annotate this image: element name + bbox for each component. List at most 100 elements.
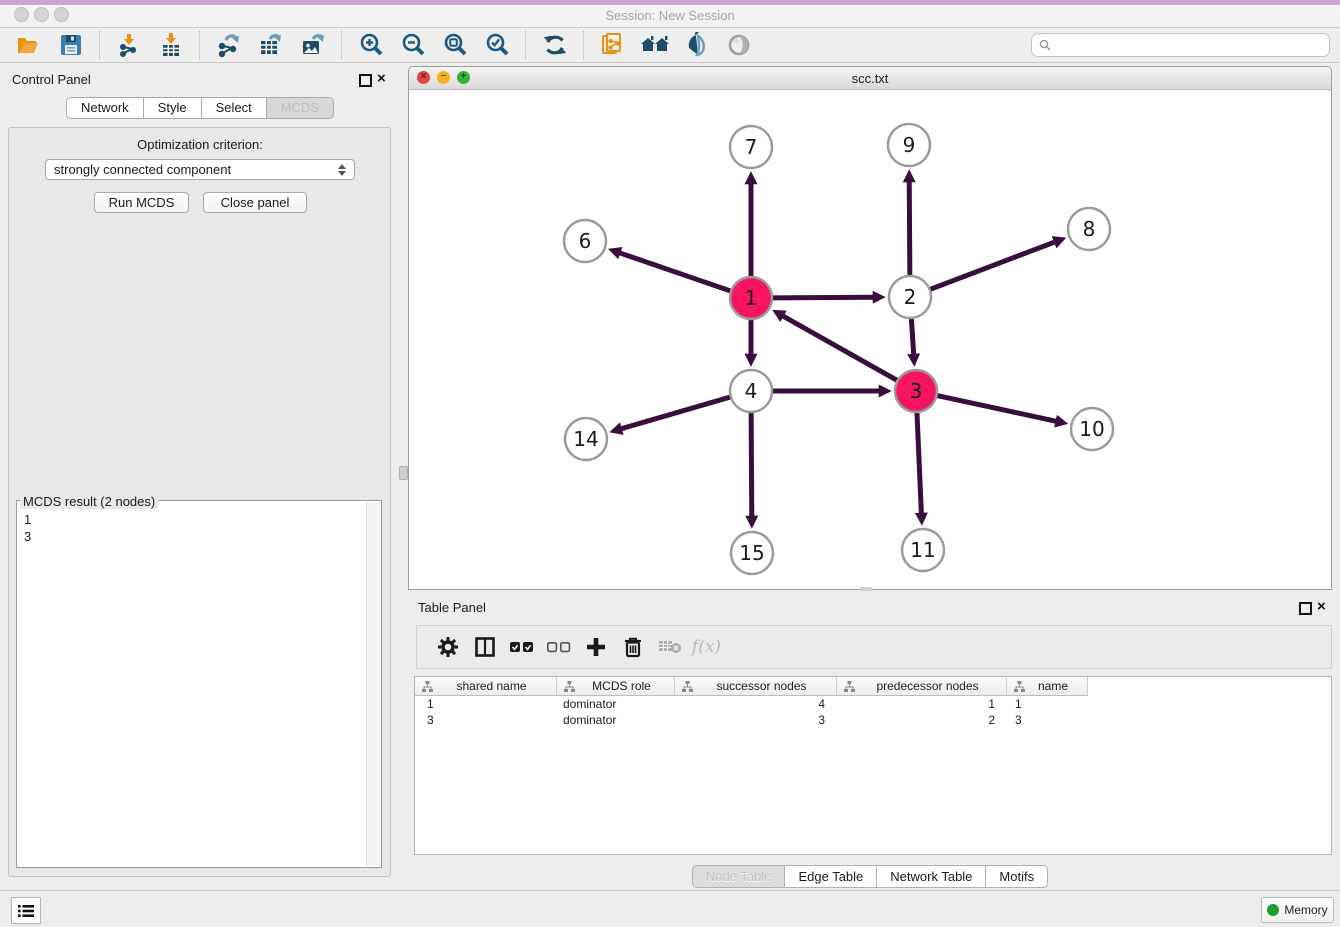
home-icon[interactable] [637, 30, 673, 60]
run-mcds-button[interactable]: Run MCDS [94, 192, 189, 213]
table-row[interactable]: 3dominator323 [415, 712, 1331, 728]
unselect-all-columns-icon[interactable] [540, 630, 577, 664]
criterion-select[interactable]: strongly connected component [45, 159, 355, 180]
column-header-name[interactable]: name [1007, 677, 1088, 696]
create-column-plus-icon[interactable] [577, 630, 614, 664]
toolbar-separator [525, 31, 527, 59]
zoom-fit-icon[interactable] [437, 30, 473, 60]
table-settings-gear-icon[interactable] [429, 630, 466, 664]
graph-node-8[interactable]: 8 [1068, 208, 1110, 250]
graph-node-9[interactable]: 9 [888, 124, 930, 166]
float-panel-icon[interactable] [1299, 602, 1312, 620]
function-builder-icon[interactable]: f(x) [688, 630, 725, 664]
tab-network[interactable]: Network [66, 97, 144, 119]
svg-text:9: 9 [903, 133, 916, 157]
close-panel-icon[interactable]: × [377, 74, 386, 84]
column-header-shared-name[interactable]: shared name [415, 677, 557, 696]
scrollbar[interactable] [366, 502, 380, 866]
svg-text:3: 3 [910, 379, 923, 403]
graph-edge-3-11[interactable] [917, 412, 921, 514]
graph-node-4[interactable]: 4 [730, 370, 772, 412]
export-image-icon[interactable] [295, 30, 331, 60]
tab-motifs[interactable]: Motifs [986, 865, 1048, 888]
task-history-button[interactable] [11, 897, 41, 924]
table-cell: 3 [675, 712, 837, 728]
graph-node-2[interactable]: 2 [889, 276, 931, 318]
graph-node-6[interactable]: 6 [564, 220, 606, 262]
node-table: shared nameMCDS rolesuccessor nodesprede… [414, 676, 1332, 855]
tab-network-table[interactable]: Network Table [877, 865, 986, 888]
memory-label: Memory [1284, 903, 1327, 917]
graph-node-11[interactable]: 11 [902, 529, 944, 571]
search-box[interactable] [1031, 33, 1330, 57]
refresh-icon[interactable] [537, 30, 573, 60]
network-overview-icon[interactable] [595, 30, 631, 60]
graph-edge-2-3[interactable] [911, 318, 913, 355]
save-session-icon[interactable] [53, 30, 89, 60]
graph-node-14[interactable]: 14 [565, 418, 607, 460]
tab-select[interactable]: Select [202, 97, 267, 119]
table-cell: 1 [837, 696, 1007, 712]
graph-edge-4-14[interactable] [621, 397, 731, 429]
control-panel-title: Control Panel [12, 72, 91, 87]
tab-style[interactable]: Style [144, 97, 202, 119]
export-table-icon[interactable] [253, 30, 289, 60]
network-window-title: scc.txt [409, 71, 1331, 86]
table-header-row: shared nameMCDS rolesuccessor nodesprede… [415, 677, 1331, 696]
mcds-result-list[interactable]: 13 [17, 505, 365, 865]
export-network-icon[interactable] [211, 30, 247, 60]
memory-button[interactable]: Memory [1261, 897, 1334, 923]
svg-text:14: 14 [573, 427, 598, 451]
column-header-MCDS-role[interactable]: MCDS role [557, 677, 675, 696]
tab-edge-table[interactable]: Edge Table [785, 865, 877, 888]
import-table-icon[interactable] [153, 30, 189, 60]
graph-edge-4-15[interactable] [751, 412, 752, 517]
eye-icon[interactable] [721, 30, 757, 60]
svg-text:7: 7 [745, 135, 758, 159]
column-header-successor-nodes[interactable]: successor nodes [675, 677, 837, 696]
svg-text:11: 11 [910, 538, 935, 562]
graph-node-3[interactable]: 3 [895, 370, 937, 412]
svg-text:6: 6 [579, 229, 592, 253]
svg-text:8: 8 [1083, 217, 1096, 241]
table-row[interactable]: 1dominator411 [415, 696, 1331, 712]
delete-column-trash-icon[interactable] [614, 630, 651, 664]
visual-style-icon[interactable] [679, 30, 715, 60]
table-cell: 3 [415, 712, 557, 728]
graph-node-7[interactable]: 7 [730, 126, 772, 168]
graph-edge-1-6[interactable] [619, 253, 731, 291]
graph-edge-3-10[interactable] [937, 395, 1057, 421]
open-file-icon[interactable] [11, 30, 47, 60]
tab-node-table[interactable]: Node Table [692, 865, 786, 888]
graph-node-10[interactable]: 10 [1071, 408, 1113, 450]
graph-edge-1-2[interactable] [772, 297, 874, 298]
zoom-in-icon[interactable] [353, 30, 389, 60]
import-network-icon[interactable] [111, 30, 147, 60]
graph-edge-2-9[interactable] [909, 181, 910, 276]
close-panel-button[interactable]: Close panel [203, 192, 307, 213]
column-header-predecessor-nodes[interactable]: predecessor nodes [837, 677, 1007, 696]
splitter-handle[interactable] [860, 587, 872, 591]
control-panel-tabs: NetworkStyleSelectMCDS [0, 97, 400, 119]
svg-text:4: 4 [745, 379, 758, 403]
mcds-result-item[interactable]: 1 [24, 511, 365, 528]
graph-node-1[interactable]: 1 [730, 277, 772, 319]
zoom-out-icon[interactable] [395, 30, 431, 60]
delete-table-icon[interactable] [651, 630, 688, 664]
graph-node-15[interactable]: 15 [731, 532, 773, 574]
graph-edge-3-1[interactable] [782, 316, 897, 381]
tab-mcds[interactable]: MCDS [267, 97, 334, 119]
zoom-selected-icon[interactable] [479, 30, 515, 60]
mcds-result-item[interactable]: 3 [24, 528, 365, 545]
network-graph-canvas[interactable]: 7 9 6 8 1 2 4 3 14 10 15 11 [409, 89, 1331, 589]
table-cell: 1 [415, 696, 557, 712]
show-column-panel-icon[interactable] [466, 630, 503, 664]
graph-edge-2-8[interactable] [930, 242, 1056, 290]
splitter-handle[interactable] [399, 466, 408, 480]
search-input[interactable] [1056, 37, 1329, 53]
select-all-columns-icon[interactable] [503, 630, 540, 664]
float-panel-icon[interactable] [359, 74, 372, 92]
network-view-window: × − + scc.txt 7968124314101511 [408, 66, 1332, 590]
window-title: Session: New Session [0, 8, 1340, 23]
close-panel-icon[interactable]: × [1317, 602, 1326, 612]
